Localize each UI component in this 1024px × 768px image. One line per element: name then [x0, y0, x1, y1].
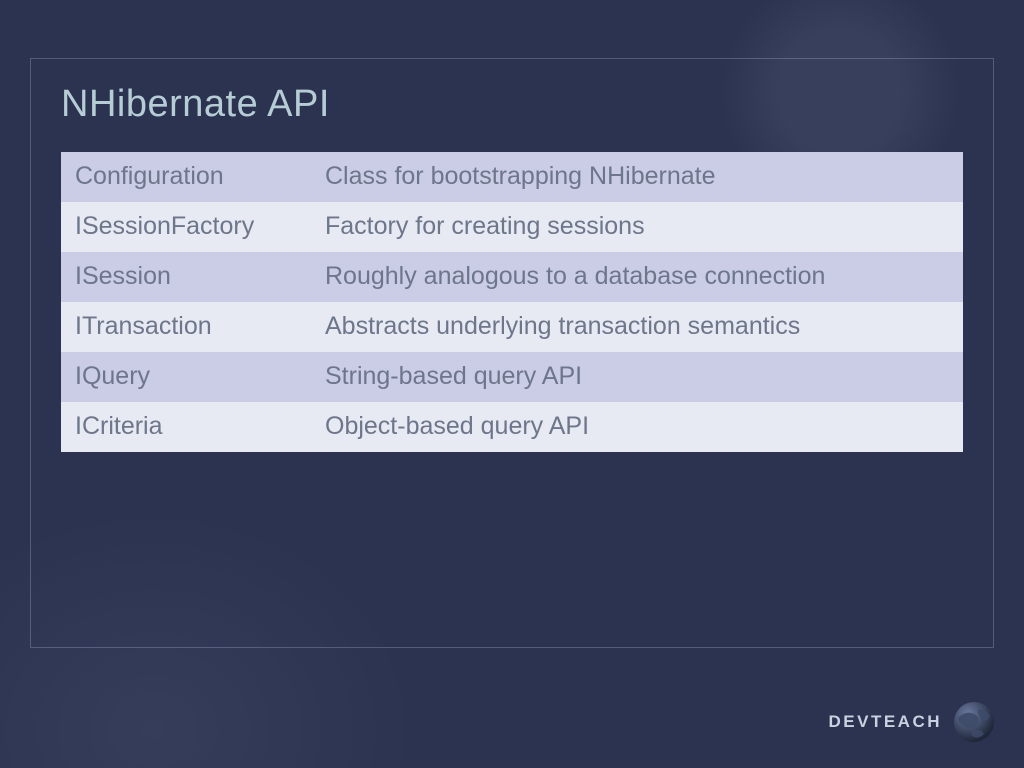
api-desc: Factory for creating sessions	[311, 202, 963, 252]
table-row: ISessionFactory Factory for creating ses…	[61, 202, 963, 252]
brand-text: DEVTEACH	[828, 712, 942, 732]
slide-title: NHibernate API	[61, 83, 963, 126]
api-name: ISession	[61, 252, 311, 302]
table-row: IQuery String-based query API	[61, 352, 963, 402]
table-row: ICriteria Object-based query API	[61, 402, 963, 452]
table-row: ITransaction Abstracts underlying transa…	[61, 302, 963, 352]
table-row: ISession Roughly analogous to a database…	[61, 252, 963, 302]
slide-panel: NHibernate API Configuration Class for b…	[30, 58, 994, 648]
api-name: IQuery	[61, 352, 311, 402]
api-desc: Abstracts underlying transaction semanti…	[311, 302, 963, 352]
api-table: Configuration Class for bootstrapping NH…	[61, 152, 963, 452]
api-desc: String-based query API	[311, 352, 963, 402]
api-name: ICriteria	[61, 402, 311, 452]
api-name: ITransaction	[61, 302, 311, 352]
api-desc: Object-based query API	[311, 402, 963, 452]
api-desc: Roughly analogous to a database connecti…	[311, 252, 963, 302]
api-name: ISessionFactory	[61, 202, 311, 252]
api-name: Configuration	[61, 152, 311, 202]
table-row: Configuration Class for bootstrapping NH…	[61, 152, 963, 202]
footer: DEVTEACH	[828, 700, 996, 744]
globe-icon	[952, 700, 996, 744]
api-desc: Class for bootstrapping NHibernate	[311, 152, 963, 202]
